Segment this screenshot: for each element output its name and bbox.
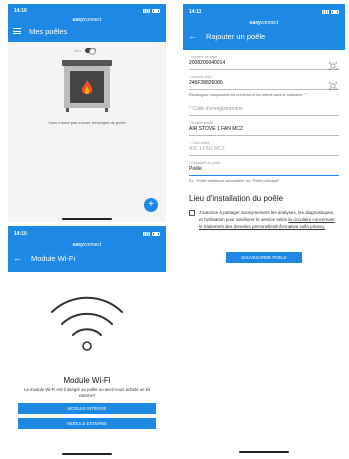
status-time: 14:11 <box>189 9 202 15</box>
installation-location-title: Lieu d'installation du poêle <box>189 194 284 203</box>
privacy-consent: J'autorise à partager anonymement les an… <box>189 209 339 230</box>
app-bar: 14:10 easyconnect ← Module Wi-Fi <box>8 226 166 272</box>
toggle-left-label: Mes <box>73 48 82 53</box>
app-bar: 14:10 easyconnect Mes poêles <box>8 4 166 42</box>
stove-description-value[interactable]: Poêle <box>189 166 339 173</box>
stoves-content: Mes Vous n'avez pas encore renseigné de … <box>8 42 166 222</box>
back-arrow-icon[interactable]: ← <box>13 253 23 263</box>
save-stove-button[interactable]: SAUVEGARDE POÊLE <box>226 252 302 263</box>
registration-code-field[interactable]: * Code d'enregistrement <box>189 106 339 116</box>
status-icons <box>143 232 160 236</box>
signal-icon <box>143 8 150 13</box>
app-logo: easyconnect <box>72 242 102 248</box>
app-bar: 14:11 easyconnect ← Rajouter un poêle <box>183 4 345 50</box>
wifi-module-content: Module Wi-Fi Le module Wi-Fi est-il inté… <box>8 272 166 457</box>
battery-icon <box>152 8 160 13</box>
wifi-icon <box>51 296 123 351</box>
page-title: Rajouter un poêle <box>206 31 266 41</box>
title-row: ← Module Wi-Fi <box>8 249 166 267</box>
home-indicator <box>239 451 289 453</box>
status-bar: 14:11 <box>183 4 345 20</box>
add-stove-form: * Numéro de série 2008200040014 * Adress… <box>183 50 345 455</box>
integrated-module-button[interactable]: MODULE INTÉGRÉ <box>18 403 156 414</box>
qr-scan-icon[interactable] <box>329 62 337 70</box>
article-code-field: * Code article AIR 1 FAN MCZ <box>189 141 339 156</box>
home-indicator <box>62 453 112 455</box>
page-title: Mes poêles <box>29 26 68 36</box>
mac-address-value[interactable]: 246F28826080 <box>189 80 339 87</box>
battery-icon <box>331 10 339 14</box>
article-model-value[interactable]: AIR STOVE 1 FAN MCZ <box>189 126 339 133</box>
status-time: 14:10 <box>14 231 27 237</box>
page-title: Module Wi-Fi <box>31 253 76 263</box>
battery-icon <box>152 232 160 236</box>
registration-code-input[interactable]: * Code d'enregistrement <box>189 106 339 113</box>
flame-icon <box>81 80 93 94</box>
serial-number-field[interactable]: * Numéro de série 2008200040014 <box>189 55 339 70</box>
empty-state-message: Vous n'avez pas encore renseigné de poêl… <box>48 120 126 125</box>
article-code-value: AIR 1 FAN MCZ <box>189 146 225 152</box>
serial-number-value[interactable]: 2008200040014 <box>189 60 339 67</box>
stove-illustration-icon <box>62 60 112 112</box>
consent-text: J'autorise à partager anonymement les an… <box>199 210 335 229</box>
title-row: ← Rajouter un poêle <box>183 27 345 45</box>
app-logo: easyconnect <box>249 20 279 26</box>
description-hint: Ex. "Poêle résidence secondaire" ou "Poê… <box>189 179 280 183</box>
screen-wifi-module: 14:10 easyconnect ← Module Wi-Fi Module … <box>8 226 166 457</box>
wifi-module-heading: Module Wi-Fi <box>63 376 111 385</box>
hamburger-menu-icon[interactable] <box>13 28 21 34</box>
add-stove-button[interactable]: + <box>144 198 158 212</box>
stove-description-field[interactable]: * Descriptif du poêle Poêle <box>189 161 339 176</box>
status-bar: 14:10 <box>8 4 166 17</box>
mac-hint: Renseigner uniquement les numéros et les… <box>189 93 308 97</box>
view-toggle[interactable]: Mes <box>8 48 166 55</box>
mac-address-field[interactable]: * Adresse MAC 246F28826080 <box>189 75 339 90</box>
signal-icon <box>322 10 329 14</box>
status-icons <box>322 10 339 14</box>
qr-scan-icon[interactable] <box>329 82 337 90</box>
signal-icon <box>143 232 150 236</box>
screen-add-stove: 14:11 easyconnect ← Rajouter un poêle * … <box>183 4 345 455</box>
wifi-module-question: Le module Wi-Fi est-il intégré au poêle … <box>24 387 150 398</box>
consent-checkbox[interactable] <box>189 210 195 216</box>
status-icons <box>143 8 160 13</box>
back-arrow-icon[interactable]: ← <box>188 31 198 41</box>
toggle-switch-icon[interactable] <box>85 48 97 55</box>
status-time: 14:10 <box>14 7 27 14</box>
external-module-button[interactable]: MODULE EXTERNE <box>18 418 156 429</box>
title-row: Mes poêles <box>8 24 166 38</box>
app-logo: easyconnect <box>72 17 102 23</box>
status-bar: 14:10 <box>8 226 166 242</box>
screen-my-stoves: 14:10 easyconnect Mes poêles Mes Vous n'… <box>8 4 166 222</box>
home-indicator <box>62 218 112 220</box>
article-model-field[interactable]: * Modèle article AIR STOVE 1 FAN MCZ <box>189 121 339 136</box>
